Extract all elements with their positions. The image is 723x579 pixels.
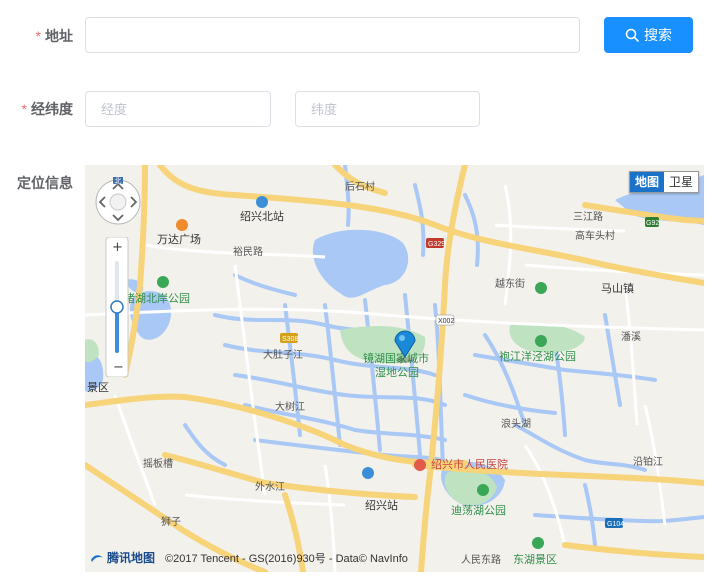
north-icon: 北 <box>115 177 122 185</box>
park-icon <box>535 282 547 294</box>
map-label: 镜湖国家城市 <box>363 351 429 365</box>
shield-g329: G329 <box>428 241 445 248</box>
hospital-icon <box>414 459 426 471</box>
latlng-label: * 经纬度 <box>0 99 73 119</box>
search-button[interactable]: 搜索 <box>604 17 693 53</box>
map-label: 沿铂江 <box>633 455 663 468</box>
latlng-label-text: 经纬度 <box>31 101 73 117</box>
required-mark: * <box>21 101 27 117</box>
map-label: 三江路 <box>573 210 603 223</box>
logo-text: 腾讯地图 <box>107 551 156 565</box>
map-label: 景区 <box>87 381 109 394</box>
park-icon <box>477 484 489 496</box>
pan-control[interactable]: 北 <box>93 177 143 227</box>
search-button-label: 搜索 <box>644 27 672 43</box>
park-icon <box>535 335 547 347</box>
map-label: 外水江 <box>255 481 285 493</box>
map-label: 袍江洋泾湖公园 <box>499 349 576 363</box>
map-label: 绍兴北站 <box>240 209 284 223</box>
map-view[interactable]: G329 S308 X002 G104 G92 后石村 绍兴北站 万达广场 裕民… <box>85 165 704 572</box>
map-label: 裕民路 <box>233 245 263 258</box>
map-label: 摇板槽 <box>143 457 173 470</box>
zoom-in-button[interactable]: + <box>112 240 123 255</box>
shield-g92: G92 <box>646 220 659 227</box>
map-label: 东湖景区 <box>513 553 557 566</box>
location-label: 定位信息 <box>0 173 73 193</box>
tencent-map-logo: 腾讯地图 <box>89 549 155 566</box>
map-label: 万达广场 <box>157 232 201 246</box>
map-label: 绍兴站 <box>365 498 398 512</box>
map-type-switch[interactable]: 地图 卫星 <box>628 171 699 193</box>
map-label: 大肚子江 <box>263 348 303 361</box>
map-attribution: 腾讯地图 ©2017 Tencent - GS(2016)930号 - Data… <box>89 549 408 566</box>
map-label: 后石村 <box>345 180 375 193</box>
search-icon <box>625 28 639 42</box>
required-mark: * <box>35 28 41 44</box>
map-label: 浪头湖 <box>501 417 531 430</box>
park-icon <box>532 537 544 549</box>
map-label: 大树江 <box>275 400 305 413</box>
map-type-map-button[interactable]: 地图 <box>629 172 664 192</box>
map-label: 马山镇 <box>601 281 634 295</box>
shopping-icon <box>176 219 188 231</box>
map-label: 潘溪 <box>621 331 641 343</box>
address-input[interactable] <box>85 17 580 53</box>
park-icon <box>157 276 169 288</box>
map-label: 迪荡湖公园 <box>451 504 506 517</box>
shield-x002: X002 <box>438 318 454 325</box>
shield-g104: G104 <box>607 521 624 528</box>
zoom-control[interactable]: + − <box>105 237 129 377</box>
location-label-text: 定位信息 <box>17 175 73 191</box>
address-label-text: 地址 <box>45 28 73 44</box>
tencent-logo-icon <box>91 554 103 562</box>
address-label: * 地址 <box>0 26 73 46</box>
map-label: 狮子 <box>161 515 181 528</box>
map-label: 高车头村 <box>575 229 615 242</box>
longitude-input[interactable] <box>85 91 271 127</box>
zoom-slider-handle[interactable] <box>110 300 124 314</box>
map-type-satellite-button[interactable]: 卫星 <box>664 172 698 192</box>
latitude-input[interactable] <box>295 91 480 127</box>
station-icon <box>362 467 374 479</box>
map-label: 绍兴市人民医院 <box>431 457 508 471</box>
shield-s308: S308 <box>282 336 298 343</box>
map-tiles[interactable]: G329 S308 X002 G104 G92 后石村 绍兴北站 万达广场 裕民… <box>85 165 704 572</box>
zoom-out-button[interactable]: − <box>113 360 124 375</box>
map-label: 湿地公园 <box>375 366 419 379</box>
map-label: 人民东路 <box>461 553 501 566</box>
station-icon <box>256 196 268 208</box>
map-label: 越东街 <box>495 277 525 290</box>
zoom-level-fill <box>115 307 119 353</box>
copyright-text: ©2017 Tencent - GS(2016)930号 - Data© Nav… <box>165 552 408 565</box>
